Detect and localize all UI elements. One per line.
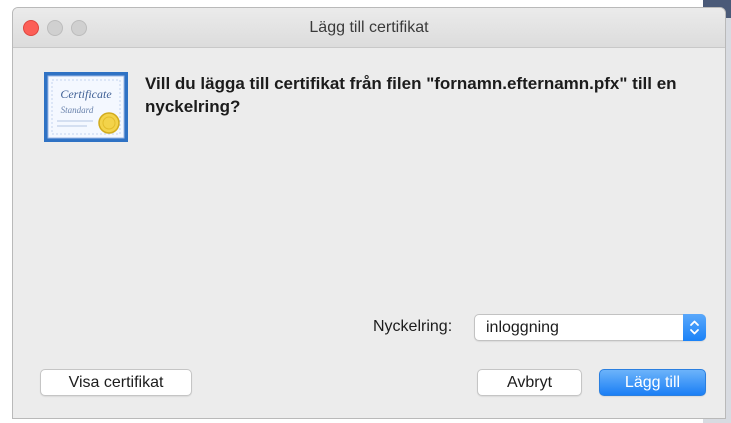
certificate-icon-title: Certificate [60, 87, 112, 101]
keychain-label: Nyckelring: [373, 318, 453, 335]
certificate-icon-subtitle: Standard [61, 105, 94, 115]
cancel-button[interactable]: Avbryt [477, 369, 582, 396]
keychain-select[interactable]: inloggning [474, 314, 706, 341]
title-bar: Lägg till certifikat [13, 8, 725, 48]
add-button[interactable]: Lägg till [599, 369, 706, 396]
add-certificate-dialog: Lägg till certifikat Certificate Standar… [12, 7, 726, 419]
up-down-chevron-icon[interactable] [683, 314, 706, 341]
certificate-icon: Certificate Standard [44, 72, 128, 142]
window-title: Lägg till certifikat [309, 19, 429, 36]
show-certificate-button[interactable]: Visa certifikat [40, 369, 192, 396]
confirmation-message: Vill du lägga till certifikat från filen… [145, 74, 677, 116]
keychain-selected-value: inloggning [486, 319, 559, 336]
